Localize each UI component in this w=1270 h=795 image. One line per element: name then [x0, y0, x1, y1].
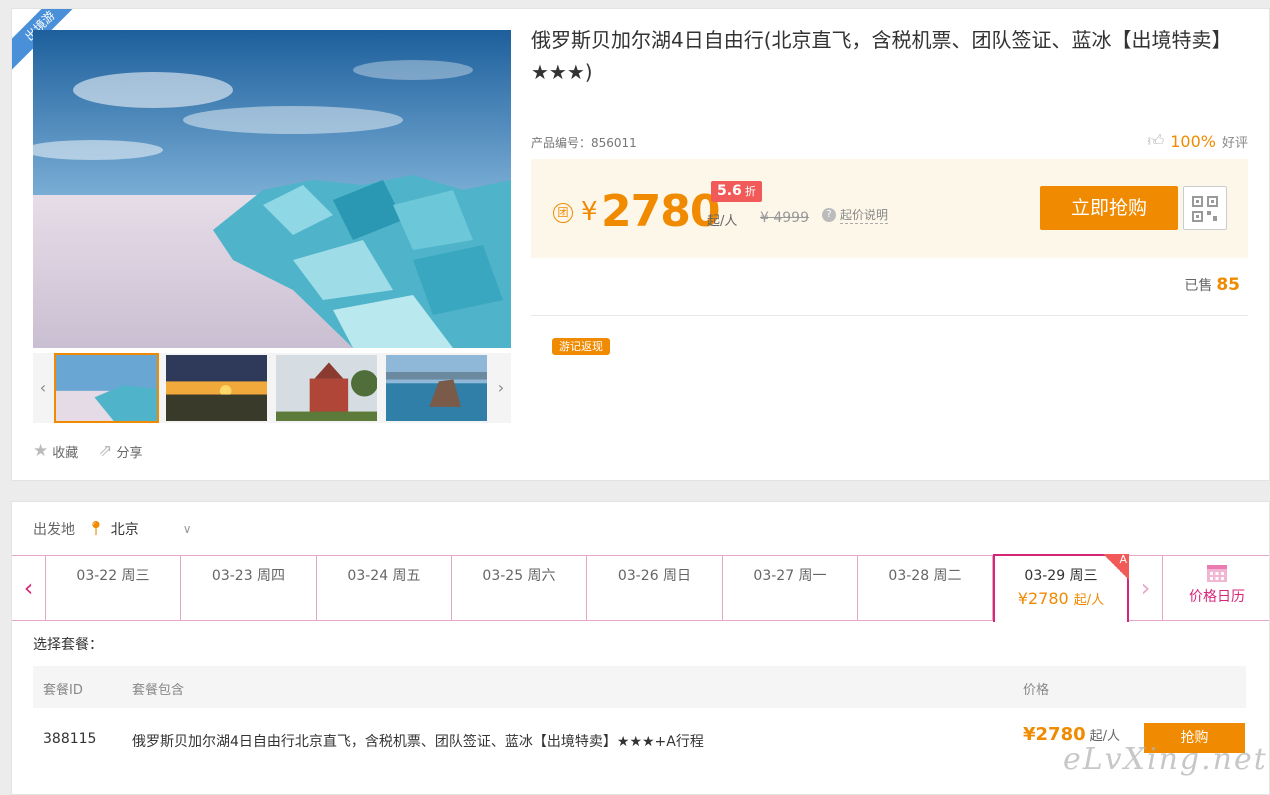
- location-pin-icon: 📍︎: [87, 521, 105, 537]
- question-icon: ?: [822, 208, 836, 222]
- price-calendar-button[interactable]: 价格日历: [1163, 556, 1269, 620]
- package-table-header: 套餐ID 套餐包含 价格: [33, 666, 1246, 708]
- corner-badge-label: A: [1119, 553, 1127, 566]
- qr-code-icon: [1192, 196, 1218, 222]
- date-label: 03-24 周五: [347, 568, 421, 584]
- select-package-label: 选择套餐：: [33, 637, 103, 653]
- header-package-id: 套餐ID: [43, 683, 83, 698]
- date-cell[interactable]: 03-24 周五: [317, 556, 452, 620]
- package-description: 俄罗斯贝加尔湖4日自由行北京直飞，含税机票、团队签证、蓝冰【出境特卖】★★★+A…: [132, 734, 704, 750]
- rating-percent: 100%: [1170, 131, 1216, 151]
- date-price-per: 起/人: [1073, 593, 1105, 608]
- date-label: 03-27 周一: [753, 568, 827, 584]
- date-cell[interactable]: 03-27 周一: [723, 556, 858, 620]
- date-next-arrow[interactable]: ›: [1129, 556, 1163, 620]
- date-cell[interactable]: 03-28 周二: [858, 556, 993, 620]
- chevron-down-icon[interactable]: ∨: [183, 522, 192, 536]
- thumbnail-strip: ‹ ›: [33, 353, 511, 423]
- favorite-label: 收藏: [52, 446, 79, 461]
- header-price: 价格: [1023, 683, 1050, 698]
- date-cell[interactable]: 03-25 周六: [452, 556, 587, 620]
- price-per-person: 起/人: [707, 214, 738, 229]
- package-id: 388115: [43, 731, 97, 747]
- thumbnail-church[interactable]: [274, 353, 379, 423]
- date-price: ¥2780 起/人: [995, 589, 1127, 608]
- date-prev-arrow[interactable]: ‹: [12, 556, 46, 620]
- share-button[interactable]: ⇗ 分享: [98, 441, 143, 462]
- thumbnail-sunset[interactable]: [164, 353, 269, 423]
- thumbs-up-icon: 👍︎: [1147, 131, 1165, 150]
- sold-label: 已售: [1184, 278, 1213, 294]
- share-label: 分享: [116, 446, 143, 461]
- main-product-image[interactable]: [33, 30, 511, 348]
- header-package-includes: 套餐包含: [132, 683, 185, 698]
- share-icon: ⇗: [98, 441, 113, 461]
- thumbnail-ice[interactable]: [54, 353, 159, 423]
- price-box: 团 ¥ 2780 起/人 5.6 折 ¥ 4999 ? 起价说明 立即抢购: [531, 159, 1248, 258]
- thumb-prev-arrow[interactable]: ‹: [33, 353, 53, 423]
- date-price-value: ¥2780: [1017, 589, 1069, 608]
- qr-code-button[interactable]: [1183, 186, 1227, 230]
- thumbnail-lake-rock[interactable]: [384, 353, 489, 423]
- discount-unit: 折: [744, 185, 756, 198]
- date-label: 03-23 周四: [211, 568, 286, 584]
- product-title: 俄罗斯贝加尔湖4日自由行(北京直飞，含税机票、团队签证、蓝冰【出境特卖】★★★): [531, 28, 1232, 84]
- buy-now-button[interactable]: 立即抢购: [1040, 186, 1178, 230]
- price-explain-link[interactable]: ? 起价说明: [822, 206, 889, 224]
- date-bar: ‹ 03-22 周三 03-23 周四 03-24 周五 03-25 周六 03…: [12, 553, 1269, 622]
- date-label: 03-26 周日: [617, 568, 692, 584]
- date-label: 03-22 周三: [76, 568, 150, 584]
- price-calendar-label: 价格日历: [1189, 589, 1245, 605]
- discount-value: 5.6: [717, 183, 742, 199]
- thumb-next-arrow[interactable]: ›: [491, 353, 511, 423]
- favorite-button[interactable]: ★ 收藏: [33, 441, 79, 462]
- price-explain-label: 起价说明: [840, 208, 889, 224]
- date-cell[interactable]: 03-26 周日: [587, 556, 723, 620]
- original-price: ¥ 4999: [760, 210, 809, 226]
- departure-city[interactable]: 北京: [111, 519, 139, 539]
- group-buy-icon: 团: [553, 203, 573, 223]
- rating: 👍︎ 100% 好评: [1148, 131, 1249, 151]
- calendar-icon: [1207, 565, 1227, 582]
- date-label: 03-28 周二: [888, 568, 962, 584]
- divider: [531, 315, 1248, 316]
- favorite-share-bar: ★ 收藏 ⇗ 分享: [33, 441, 143, 462]
- date-cell[interactable]: 03-23 周四: [181, 556, 317, 620]
- departure-selector: 出发地 📍︎ 北京 ∨: [33, 519, 192, 539]
- watermark: eLvXing.net: [1063, 742, 1268, 777]
- date-label: 03-25 周六: [482, 568, 556, 584]
- departure-label: 出发地: [33, 522, 75, 538]
- price-currency: ¥: [581, 197, 598, 227]
- discount-badge: 5.6 折: [711, 181, 762, 202]
- sold-number: 85: [1216, 275, 1240, 295]
- corner-badge: A: [1103, 553, 1129, 580]
- date-cell-selected[interactable]: 03-29 周三 ¥2780 起/人 A: [993, 553, 1129, 622]
- rating-label: 好评: [1221, 135, 1248, 151]
- product-card: 出境游 ‹ › ★ 收藏 ⇗ 分享 俄罗斯贝加尔湖4日自由行(北京直飞，含税机票…: [11, 8, 1270, 481]
- product-id: 产品编号：856011: [531, 136, 637, 150]
- date-cell[interactable]: 03-22 周三: [46, 556, 181, 620]
- star-icon: ★: [33, 441, 49, 461]
- travel-note-cashback-tag[interactable]: 游记返现: [552, 338, 610, 355]
- sold-count: 已售 85: [1184, 275, 1240, 295]
- price-amount: 2780: [601, 186, 720, 237]
